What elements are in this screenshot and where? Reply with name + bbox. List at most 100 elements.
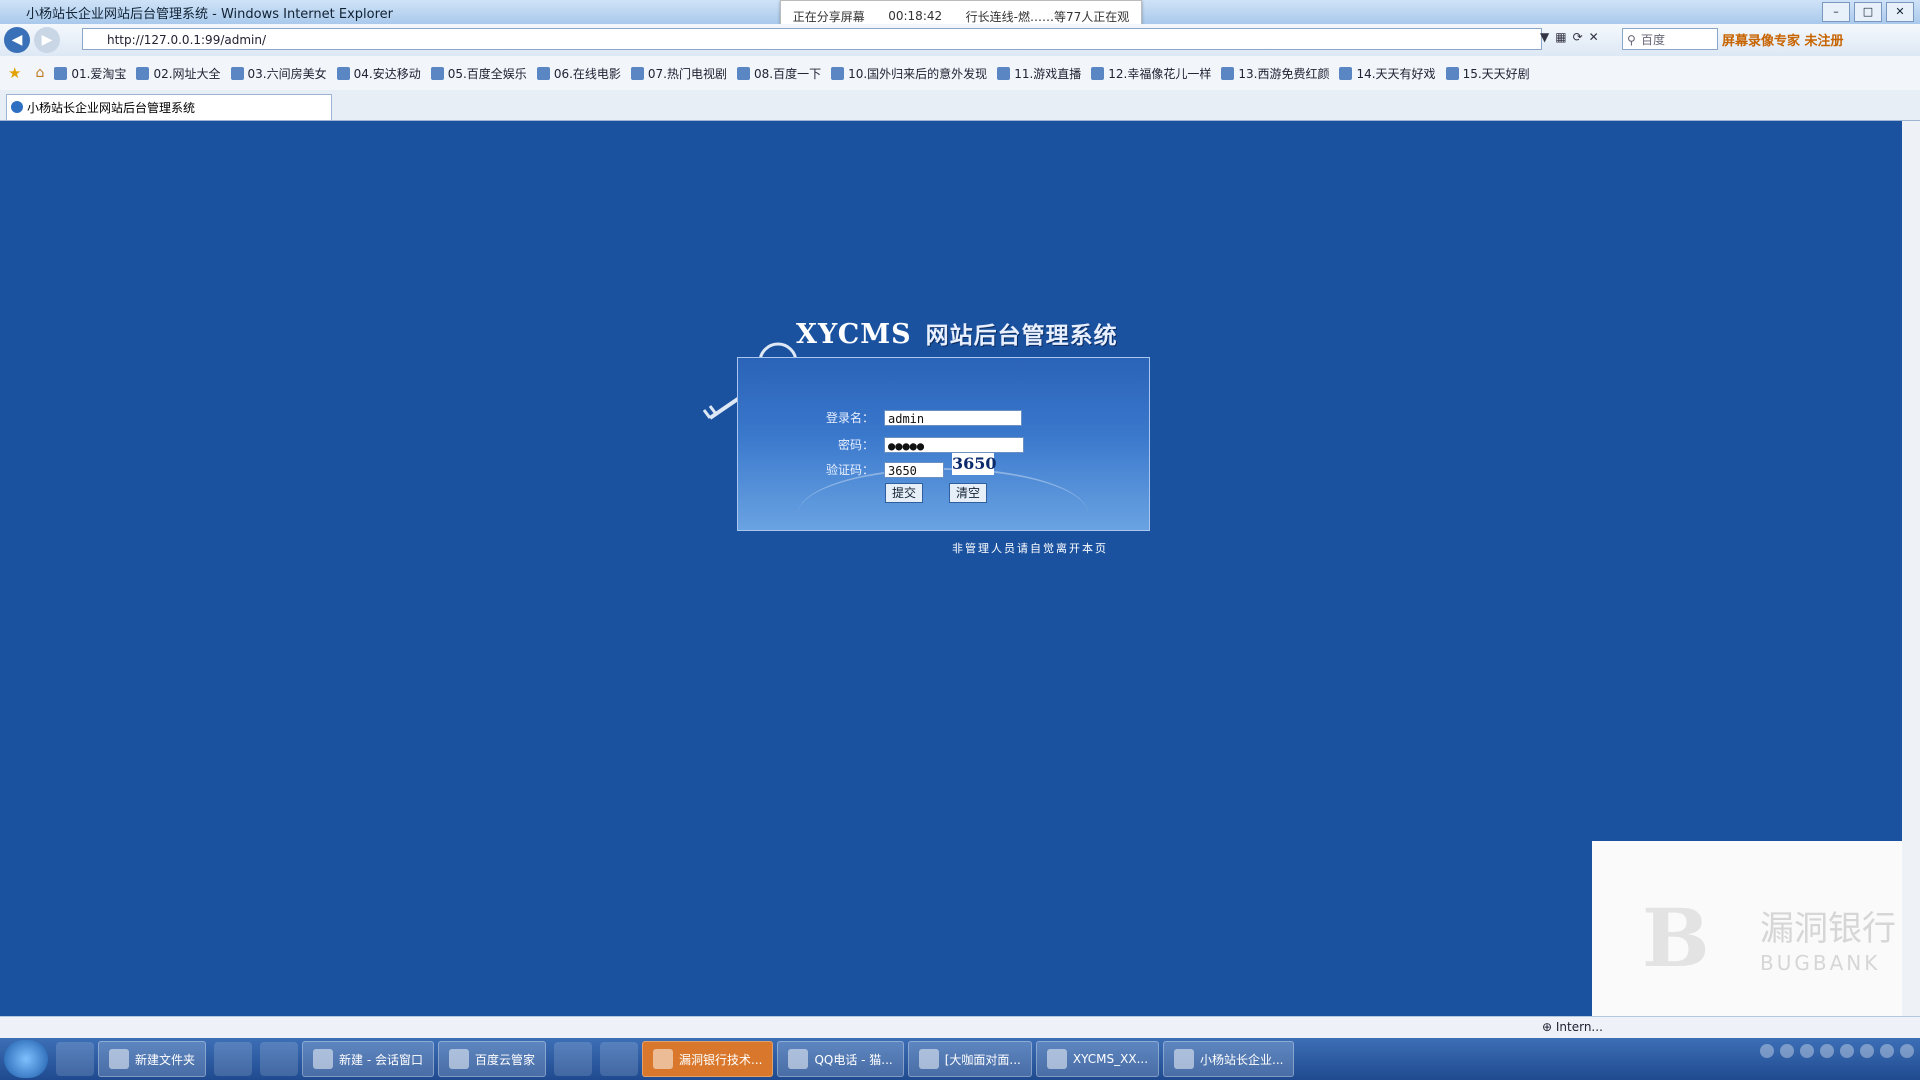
cloud-icon	[448, 1049, 469, 1069]
home-icon[interactable]: ⌂	[35, 65, 44, 81]
favorite-link[interactable]: 11.游戏直播	[997, 65, 1081, 82]
ie-icon	[11, 101, 23, 113]
compat-icon[interactable]: ▦	[1555, 30, 1566, 44]
taskbar-item[interactable]: 百度云管家	[437, 1041, 546, 1077]
tray-icon[interactable]	[1780, 1044, 1794, 1058]
captcha-label: 验证码：	[825, 463, 874, 477]
ie-taskbar-icon[interactable]	[56, 1042, 94, 1076]
favorite-link[interactable]: 05.百度全娱乐	[430, 65, 527, 82]
reset-button[interactable]: 清空	[949, 483, 987, 503]
navigation-bar: ◀ ▶ http://127.0.0.1:99/admin/ ▼ ▦ ⟳ ✕ ⚲…	[0, 24, 1920, 56]
forward-arrow-icon: ▶	[41, 32, 53, 48]
address-url: http://127.0.0.1:99/admin/	[107, 33, 267, 47]
address-controls: ▼ ▦ ⟳ ✕	[1540, 30, 1599, 44]
search-placeholder: 百度	[1641, 33, 1666, 47]
maximize-icon[interactable]: □	[1854, 2, 1882, 22]
captcha-input[interactable]: 3650	[884, 462, 944, 478]
minimize-icon[interactable]: –	[1822, 2, 1850, 22]
app-taskbar-icon[interactable]	[214, 1042, 253, 1076]
tray-icon[interactable]	[1840, 1044, 1854, 1058]
username-input[interactable]: admin	[884, 410, 1022, 426]
username-label: 登录名：	[825, 411, 874, 425]
search-input[interactable]: ⚲ 百度	[1622, 28, 1718, 50]
taskbar: 新建文件夹 新建 - 会话窗口 百度云管家 漏洞银行技术... QQ电话 - 猫…	[0, 1038, 1920, 1080]
app-icon	[918, 1049, 939, 1069]
window-title: 小杨站长企业网站后台管理系统 - Windows Internet Explor…	[26, 6, 393, 22]
forward-button[interactable]: ▶	[34, 27, 60, 53]
tray-icon[interactable]	[1880, 1044, 1894, 1058]
favicon-icon	[997, 66, 1011, 80]
favicon-icon	[336, 66, 350, 80]
watermark-logo-icon: B	[1642, 891, 1710, 985]
favorite-link[interactable]: 07.热门电视剧	[630, 65, 727, 82]
password-label: 密码：	[837, 438, 874, 452]
address-bar[interactable]: http://127.0.0.1:99/admin/	[82, 28, 1542, 50]
favorites-bar: ★ ⌂ 01.爱淘宝 02.网址大全 03.六间房美女 04.安达移动 05.百…	[0, 56, 1920, 90]
favicon-icon	[54, 66, 68, 80]
favorite-link[interactable]: 10.国外归来后的意外发现	[831, 65, 987, 82]
app-icon	[1046, 1049, 1067, 1069]
app-icon	[653, 1049, 673, 1069]
close-icon[interactable]: ✕	[1886, 2, 1914, 22]
favicon-icon	[737, 66, 750, 80]
tray-icon[interactable]	[1800, 1044, 1814, 1058]
password-input[interactable]: ●●●●●	[884, 437, 1024, 453]
login-subtitle: 网站后台管理系统	[925, 323, 1118, 349]
taskbar-item[interactable]: XYCMS_XX...	[1035, 1041, 1160, 1077]
submit-button[interactable]: 提交	[885, 483, 923, 503]
favorite-link[interactable]: 13.西游免费红颜	[1221, 65, 1329, 82]
favorite-link[interactable]: 02.网址大全	[136, 65, 221, 82]
favicon-icon	[831, 66, 845, 80]
watermark-name: 漏洞银行	[1760, 909, 1896, 949]
tab-admin[interactable]: 小杨站长企业网站后台管理系统	[6, 94, 332, 120]
taskbar-item[interactable]: 新建 - 会话窗口	[302, 1041, 434, 1077]
favicon-icon	[1445, 66, 1459, 80]
app-taskbar-icon[interactable]	[554, 1042, 592, 1076]
app-taskbar-icon[interactable]	[600, 1042, 638, 1076]
window-controls: – □ ✕	[1822, 2, 1914, 22]
taskbar-item[interactable]: 新建文件夹	[98, 1041, 207, 1077]
favorite-link[interactable]: 06.在线电影	[536, 65, 621, 82]
tray-icon[interactable]	[1900, 1044, 1914, 1058]
favicon-icon	[230, 66, 244, 80]
admin-notice: 非管理人员请自觉离开本页	[952, 542, 1108, 555]
favicon-icon	[1339, 66, 1353, 80]
taskbar-item[interactable]: 小杨站长企业...	[1163, 1041, 1295, 1077]
taskbar-item[interactable]: 漏洞银行技术...	[642, 1041, 774, 1077]
favorite-link[interactable]: 15.天天好剧	[1445, 65, 1530, 82]
tab-bar: 小杨站长企业网站后台管理系统	[0, 90, 1920, 121]
favorite-link[interactable]: 12.幸福像花儿一样	[1091, 65, 1211, 82]
back-button[interactable]: ◀	[4, 27, 30, 53]
taskbar-item[interactable]: [大咖面对面...	[907, 1041, 1032, 1077]
favicon-icon	[536, 66, 550, 80]
app-taskbar-icon[interactable]	[260, 1042, 299, 1076]
watermark-sub: BUGBANK	[1760, 951, 1881, 975]
refresh-icon[interactable]: ⟳	[1573, 30, 1583, 44]
start-button[interactable]	[4, 1040, 48, 1078]
dropdown-icon[interactable]: ▼	[1540, 30, 1549, 44]
status-bar: ⊕ Intern...	[0, 1016, 1920, 1039]
favorite-link[interactable]: 01.爱淘宝	[54, 65, 126, 82]
tray-icon[interactable]	[1760, 1044, 1774, 1058]
star-icon[interactable]: ★	[8, 64, 21, 82]
stop-icon[interactable]: ✕	[1589, 30, 1599, 44]
qq-icon	[788, 1049, 809, 1069]
favicon-icon	[430, 66, 444, 80]
favorite-link[interactable]: 03.六间房美女	[230, 65, 327, 82]
recorder-label: 屏幕录像专家 未注册	[1722, 34, 1844, 49]
favorite-link[interactable]: 04.安达移动	[336, 65, 421, 82]
share-viewers: 行长连线-燃……等77人正在观	[965, 9, 1130, 24]
favicon-icon	[136, 66, 150, 80]
favorite-link[interactable]: 08.百度一下	[737, 65, 821, 82]
tray-icon[interactable]	[1860, 1044, 1874, 1058]
system-tray	[1760, 1044, 1914, 1058]
scrollbar[interactable]	[1902, 121, 1920, 1016]
captcha-image[interactable]: 3650	[952, 453, 997, 475]
favicon-icon	[630, 66, 644, 80]
taskbar-item[interactable]: QQ电话 - 猫...	[777, 1041, 904, 1077]
tray-icon[interactable]	[1820, 1044, 1834, 1058]
favicon-icon	[1221, 66, 1235, 80]
ie-icon	[1174, 1049, 1195, 1069]
favicon-icon	[1091, 66, 1105, 80]
favorite-link[interactable]: 14.天天有好戏	[1339, 65, 1436, 82]
